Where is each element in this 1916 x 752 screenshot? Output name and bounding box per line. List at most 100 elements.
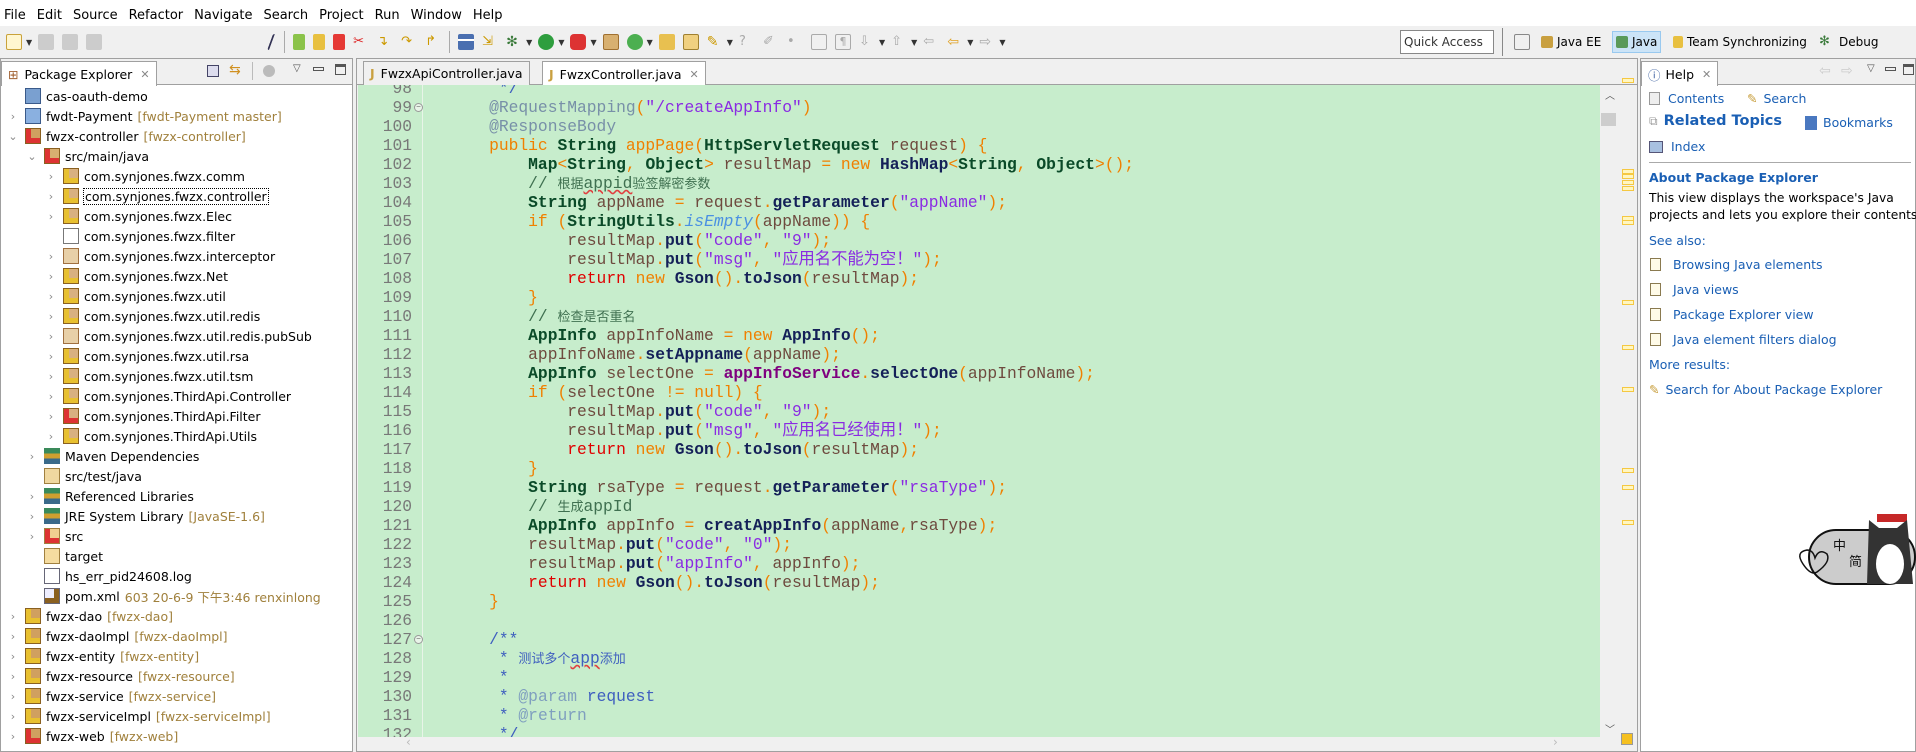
code-line[interactable]: 107 resultMap.put("msg", "应用名不能为空！"); — [358, 250, 1600, 269]
code-line[interactable]: 127− /** — [358, 630, 1600, 649]
perspective-debug[interactable]: ✻ Debug — [1816, 31, 1881, 53]
code-line[interactable]: 126 — [358, 611, 1600, 630]
code-line[interactable]: 100 @ResponseBody — [358, 117, 1600, 136]
tab-package-explorer[interactable]: ⊞ Package Explorer ✕ — [1, 61, 157, 86]
code-line[interactable]: 109 } — [358, 288, 1600, 307]
skip-breakpoints-icon[interactable] — [267, 34, 280, 50]
use-step-filters-icon[interactable] — [458, 34, 475, 50]
open-task-icon[interactable] — [682, 34, 699, 50]
tree-item[interactable]: › fwzx-serviceImpl [fwzx-serviceImpl] — [7, 706, 271, 726]
overview-warning-marker[interactable] — [1622, 186, 1634, 191]
menu-help[interactable]: Help — [473, 8, 503, 23]
chevron-right-icon[interactable]: › — [26, 530, 38, 543]
tree-item[interactable]: ⌄ src/main/java — [26, 146, 149, 166]
overview-warning-marker[interactable] — [1622, 345, 1634, 350]
code-line[interactable]: 129 * — [358, 668, 1600, 687]
overview-warning-marker[interactable] — [1622, 468, 1634, 473]
menu-project[interactable]: Project — [319, 8, 363, 23]
code-line[interactable]: 102 Map<String, Object> resultMap = new … — [358, 155, 1600, 174]
tree-item[interactable]: › com.synjones.fwzx.Elec — [45, 206, 232, 226]
back-icon[interactable]: ⇦ — [947, 34, 963, 50]
code-line[interactable]: 119 String rsaType = request.getParamete… — [358, 478, 1600, 497]
code-line[interactable]: 122 resultMap.put("code", "0"); — [358, 535, 1600, 554]
code-line[interactable]: 116 resultMap.put("msg", "应用名已经使用！"); — [358, 421, 1600, 440]
code-line[interactable]: 105 if (StringUtils.isEmpty(appName)) { — [358, 212, 1600, 231]
tree-item[interactable]: › com.synjones.ThirdApi.Utils — [45, 426, 257, 446]
new-class-dropdown-icon[interactable]: ▼ — [647, 38, 653, 47]
chevron-right-icon[interactable]: › — [45, 310, 57, 323]
code-line[interactable]: 128 * 测试多个app添加 — [358, 649, 1600, 668]
tree-item[interactable]: › fwzx-web [fwzx-web] — [7, 726, 178, 746]
open-perspective-icon[interactable] — [1514, 34, 1530, 50]
previous-annotation-dropdown-icon[interactable]: ▼ — [911, 38, 917, 47]
chevron-right-icon[interactable]: › — [7, 690, 19, 703]
help-index-link[interactable]: Index — [1649, 139, 1705, 154]
step-into-icon[interactable]: ↴ — [377, 34, 393, 50]
chevron-right-icon[interactable]: › — [26, 490, 38, 503]
chevron-right-icon[interactable]: › — [26, 450, 38, 463]
code-line[interactable]: 130 * @param request — [358, 687, 1600, 706]
code-line[interactable]: 106 resultMap.put("code", "9"); — [358, 231, 1600, 250]
search-dropdown-icon[interactable]: ▼ — [727, 38, 733, 47]
code-line[interactable]: 118 } — [358, 459, 1600, 478]
step-return-icon[interactable]: ↱ — [425, 34, 441, 50]
code-line[interactable]: 131 * @return — [358, 706, 1600, 725]
forward-dropdown-icon[interactable]: ▼ — [999, 38, 1005, 47]
tab-help[interactable]: ⓘ Help ✕ — [1641, 61, 1719, 86]
chevron-right-icon[interactable]: › — [26, 510, 38, 523]
tree-item[interactable]: target — [26, 546, 103, 566]
code-line[interactable]: 104 String appName = request.getParamete… — [358, 193, 1600, 212]
chevron-right-icon[interactable]: › — [7, 610, 19, 623]
tree-item[interactable]: › com.synjones.fwzx.comm — [45, 166, 245, 186]
menu-search[interactable]: Search — [263, 8, 308, 23]
forward-icon[interactable]: ⇨ — [1841, 63, 1853, 79]
menu-window[interactable]: Window — [411, 8, 462, 23]
disconnect-icon[interactable]: ✂ — [353, 34, 369, 50]
chevron-right-icon[interactable]: › — [45, 330, 57, 343]
overview-warning-marker[interactable] — [1622, 180, 1634, 185]
tree-item[interactable]: › com.synjones.ThirdApi.Controller — [45, 386, 291, 406]
run-dropdown-icon[interactable]: ▼ — [558, 38, 564, 47]
tab-fwzxcontroller[interactable]: J FwzxController.java ✕ — [542, 61, 706, 86]
help-related-link[interactable]: Package Explorer view — [1650, 307, 1814, 322]
help-bookmarks-link[interactable]: Bookmarks — [1805, 115, 1893, 130]
perspective-java[interactable]: Java — [1612, 31, 1662, 53]
quick-access-input[interactable]: Quick Access — [1400, 30, 1494, 54]
tree-item[interactable]: › fwdt-Payment [fwdt-Payment master] — [7, 106, 282, 126]
search-icon[interactable]: ✎ — [707, 34, 723, 50]
maximize-icon[interactable] — [335, 64, 346, 75]
forward-icon[interactable]: ⇨ — [979, 34, 995, 50]
link-with-editor-icon[interactable]: ⇆ — [229, 62, 241, 78]
tree-item[interactable]: › fwzx-resource [fwzx-resource] — [7, 666, 235, 686]
code-line[interactable]: 120 // 生成appId — [358, 497, 1600, 516]
code-line[interactable]: 114 if (selectOne != null) { — [358, 383, 1600, 402]
terminate-icon[interactable] — [333, 34, 346, 50]
scroll-down-icon[interactable]: ﹀ — [1605, 721, 1615, 736]
code-line[interactable]: 112 appInfoName.setAppname(appName); — [358, 345, 1600, 364]
chevron-right-icon[interactable]: › — [45, 410, 57, 423]
help-contents-link[interactable]: Contents — [1649, 91, 1724, 106]
perspective-java-ee[interactable]: Java EE — [1538, 31, 1604, 53]
code-line[interactable]: 124 return new Gson().toJson(resultMap); — [358, 573, 1600, 592]
perspective-team-synchronizing[interactable]: Team Synchronizing — [1670, 31, 1810, 53]
new-java-package-icon[interactable] — [602, 34, 619, 50]
menu-refactor[interactable]: Refactor — [129, 8, 184, 23]
menu-edit[interactable]: Edit — [37, 8, 62, 23]
code-line[interactable]: 132 */ — [358, 725, 1600, 737]
menu-source[interactable]: Source — [73, 8, 118, 23]
tree-item[interactable]: com.synjones.fwzx.filter — [45, 226, 235, 246]
tree-item[interactable]: › JRE System Library [JavaSE-1.6] — [26, 506, 265, 526]
code-line[interactable]: 123 resultMap.put("appInfo", appInfo); — [358, 554, 1600, 573]
tree-item[interactable]: › fwzx-entity [fwzx-entity] — [7, 646, 199, 666]
code-line[interactable]: 108 return new Gson().toJson(resultMap); — [358, 269, 1600, 288]
close-icon[interactable]: ✕ — [140, 68, 149, 81]
overview-warning-marker[interactable] — [1622, 387, 1634, 392]
tree-item[interactable]: › com.synjones.fwzx.util.redis — [45, 306, 260, 326]
chevron-right-icon[interactable]: › — [45, 250, 57, 263]
scroll-left-icon[interactable]: ‹ — [406, 735, 411, 749]
chevron-right-icon[interactable]: › — [7, 710, 19, 723]
help-related-link[interactable]: Browsing Java elements — [1650, 257, 1823, 272]
menu-file[interactable]: File — [4, 8, 26, 23]
tree-item[interactable]: › com.synjones.fwzx.util.redis.pubSub — [45, 326, 312, 346]
chevron-right-icon[interactable]: › — [45, 350, 57, 363]
